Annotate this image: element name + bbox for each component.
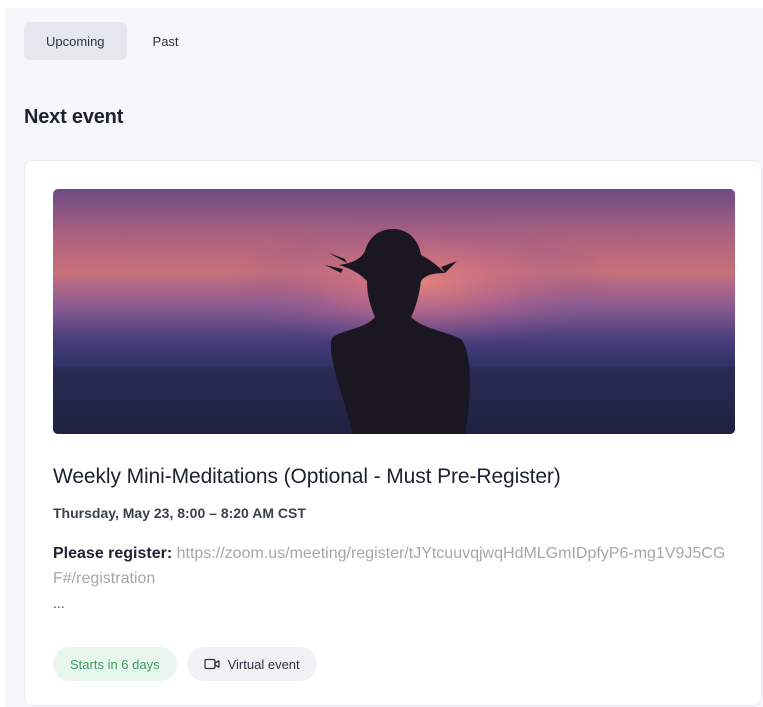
description-label: Please register: xyxy=(53,545,173,562)
video-camera-icon xyxy=(203,658,220,670)
tab-upcoming[interactable]: Upcoming xyxy=(24,22,127,60)
event-title[interactable]: Weekly Mini-Meditations (Optional - Must… xyxy=(53,465,561,489)
description-ellipsis: ... xyxy=(53,595,65,611)
event-description: Please register: https://zoom.us/meeting… xyxy=(53,541,733,591)
tab-past-label: Past xyxy=(152,33,179,49)
event-datetime: Thursday, May 23, 8:00 – 8:20 AM CST xyxy=(53,505,306,521)
virtual-event-badge: Virtual event xyxy=(186,647,317,681)
starts-in-label: Starts in 6 days xyxy=(70,656,160,672)
event-badges: Starts in 6 days Virtual event xyxy=(53,647,317,681)
virtual-event-label: Virtual event xyxy=(227,656,300,672)
starts-in-badge: Starts in 6 days xyxy=(53,647,177,681)
tab-past[interactable]: Past xyxy=(131,22,201,60)
event-image[interactable] xyxy=(53,189,735,434)
events-page: Upcoming Past Next event Weekly Mini-Med… xyxy=(5,8,763,707)
section-title: Next event xyxy=(24,106,124,128)
event-card[interactable]: Weekly Mini-Meditations (Optional - Must… xyxy=(24,160,762,706)
tab-upcoming-label: Upcoming xyxy=(46,33,105,49)
event-tabs: Upcoming Past xyxy=(24,22,201,60)
sunset-silhouette-image xyxy=(53,189,735,434)
